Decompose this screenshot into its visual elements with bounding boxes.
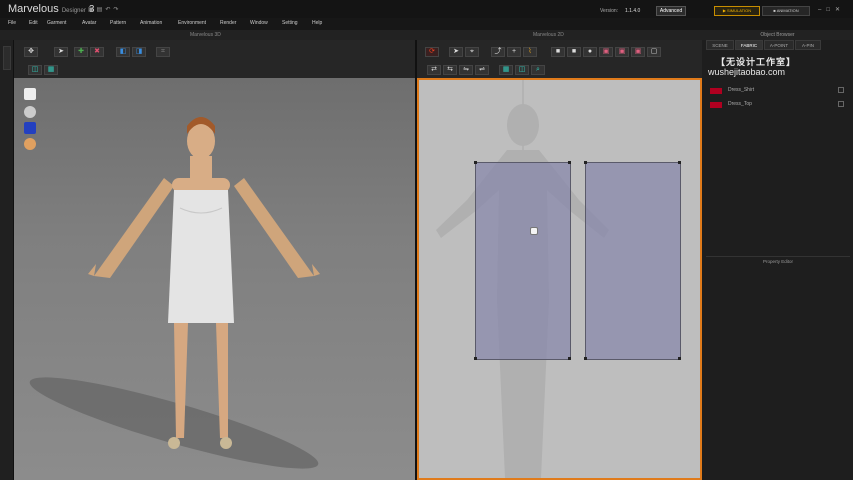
fabric-name: Dress_Shirt	[728, 87, 755, 93]
panel-title-2d: Marvelous 2D	[533, 32, 564, 38]
panel-title-3d: Marvelous 3D	[190, 32, 221, 38]
version-label: Version:	[600, 8, 619, 14]
maximize-icon[interactable]: □	[826, 7, 835, 13]
show-avatar-icon[interactable]: ◫	[515, 65, 529, 75]
menu-bar: File Edit Garment Avatar Pattern Animati…	[0, 18, 853, 30]
tab-scene[interactable]: SCENE	[706, 40, 734, 50]
object-browser-title: Object Browser	[760, 32, 795, 38]
reset-2d-icon[interactable]: ⟳	[425, 47, 439, 57]
tack-tool-icon[interactable]: ✚	[74, 47, 88, 57]
cursor-icon	[530, 227, 538, 235]
toolbar-3d: ✥ ➤ ✚ ✖ ◧ ◨ ⌗ ◫ ▦	[14, 40, 415, 78]
avatar-figure[interactable]	[14, 78, 415, 480]
rectangle-tool-icon[interactable]: ■	[551, 47, 565, 57]
zoom-icon[interactable]: ⌕	[531, 65, 545, 75]
list-item[interactable]: Dress_Shirt	[706, 86, 846, 96]
polygon-tool-icon[interactable]: ■	[567, 47, 581, 57]
dart-tool-icon[interactable]: ▣	[599, 47, 613, 57]
list-item[interactable]: Dress_Top	[706, 100, 846, 110]
app-subtitle: Designer	[61, 8, 86, 14]
advanced-mode-button[interactable]: Advanced	[656, 6, 686, 16]
fold-tool-icon[interactable]: ◧	[116, 47, 130, 57]
tab-a-point[interactable]: A-POINT	[764, 40, 794, 50]
library-tab[interactable]	[3, 46, 11, 70]
menu-environment[interactable]: Environment	[178, 20, 206, 26]
tab-fabric[interactable]: FABRIC	[735, 40, 763, 50]
menu-garment[interactable]: Garment	[47, 20, 66, 26]
menu-setting[interactable]: Setting	[282, 20, 298, 26]
pattern-point[interactable]	[584, 357, 587, 360]
trace-tool-icon[interactable]: ▣	[631, 47, 645, 57]
edit-point-icon[interactable]: ⌖	[465, 47, 479, 57]
fabric-swatch	[710, 88, 722, 94]
fit-view-icon[interactable]: ▢	[647, 47, 661, 57]
pointer-tool-icon[interactable]: ➤	[54, 47, 68, 57]
show-grid-icon[interactable]: ▦	[499, 65, 513, 75]
fabric-name: Dress_Top	[728, 101, 752, 107]
pattern-point[interactable]	[568, 161, 571, 164]
edit-sewing-icon[interactable]: ⇌	[475, 65, 489, 75]
fabric-checkbox[interactable]	[838, 101, 844, 107]
left-rail	[0, 40, 14, 480]
app-name: Marvelous	[8, 3, 59, 15]
internal-line-icon[interactable]: ▣	[615, 47, 629, 57]
version-value: 1.1.4.0	[625, 8, 641, 14]
seam-tool-icon[interactable]: ⌇	[523, 47, 537, 57]
menu-pattern[interactable]: Pattern	[110, 20, 126, 26]
simulation-label: SIMULATION	[727, 8, 752, 13]
simulation-button[interactable]: ▶ SIMULATION	[714, 6, 760, 16]
view-mode-icon[interactable]: ◫	[28, 65, 42, 75]
menu-help[interactable]: Help	[312, 20, 322, 26]
object-browser-tabs: SCENE FABRIC A-POINT A-PIN	[706, 40, 850, 50]
animation-label: ANIMATION	[776, 8, 799, 13]
pattern-point[interactable]	[568, 357, 571, 360]
menu-window[interactable]: Window	[250, 20, 268, 26]
pattern-point[interactable]	[584, 161, 587, 164]
pin-tool-icon[interactable]: ✖	[90, 47, 104, 57]
pattern-back[interactable]	[585, 162, 681, 360]
free-sewing-icon[interactable]: ⇋	[459, 65, 473, 75]
pattern-point[interactable]	[678, 161, 681, 164]
texture-mode-icon[interactable]: ▦	[44, 65, 58, 75]
menu-edit[interactable]: Edit	[29, 20, 38, 26]
select-tool-icon[interactable]: ✥	[24, 47, 38, 57]
transform-tool-icon[interactable]: ➤	[449, 47, 463, 57]
app-title: Marvelous Designer 3	[8, 3, 94, 15]
circle-tool-icon[interactable]: ●	[583, 47, 597, 57]
tab-a-pin[interactable]: A-PIN	[795, 40, 821, 50]
quick-access-icons[interactable]: ▣▤↶↷	[88, 6, 121, 13]
pattern-point[interactable]	[678, 357, 681, 360]
window-controls[interactable]: –□✕	[818, 6, 845, 13]
segment-sewing-icon[interactable]: ⇆	[443, 65, 457, 75]
menu-file[interactable]: File	[8, 20, 16, 26]
toolbar-2d: ⟳ ➤ ⌖ ⤴ + ⌇ ■ ■ ● ▣ ▣ ▣ ▢ ⇄ ⇆ ⇋ ⇌ ▦ ◫ ⌕	[417, 40, 702, 78]
menu-animation[interactable]: Animation	[140, 20, 162, 26]
edit-curve-icon[interactable]: ⤴	[491, 47, 505, 57]
pattern-front[interactable]	[475, 162, 571, 360]
measure-tool-icon[interactable]: ⌗	[156, 47, 170, 57]
property-editor-title: Property Editor	[706, 256, 850, 264]
stretch-tool-icon[interactable]: ◨	[132, 47, 146, 57]
add-point-icon[interactable]: +	[507, 47, 521, 57]
fabric-swatch	[710, 102, 722, 108]
fabric-checkbox[interactable]	[838, 87, 844, 93]
viewport-3d[interactable]	[14, 78, 415, 480]
menu-render[interactable]: Render	[220, 20, 236, 26]
pattern-point[interactable]	[474, 357, 477, 360]
pattern-point[interactable]	[474, 161, 477, 164]
menu-avatar[interactable]: Avatar	[82, 20, 96, 26]
close-icon[interactable]: ✕	[835, 7, 845, 13]
segment-tool-icon[interactable]: ⇄	[427, 65, 441, 75]
watermark-url: wushejitaobao.com	[708, 67, 786, 77]
animation-button[interactable]: ■ ANIMATION	[762, 6, 810, 16]
viewport-2d[interactable]	[417, 78, 702, 480]
